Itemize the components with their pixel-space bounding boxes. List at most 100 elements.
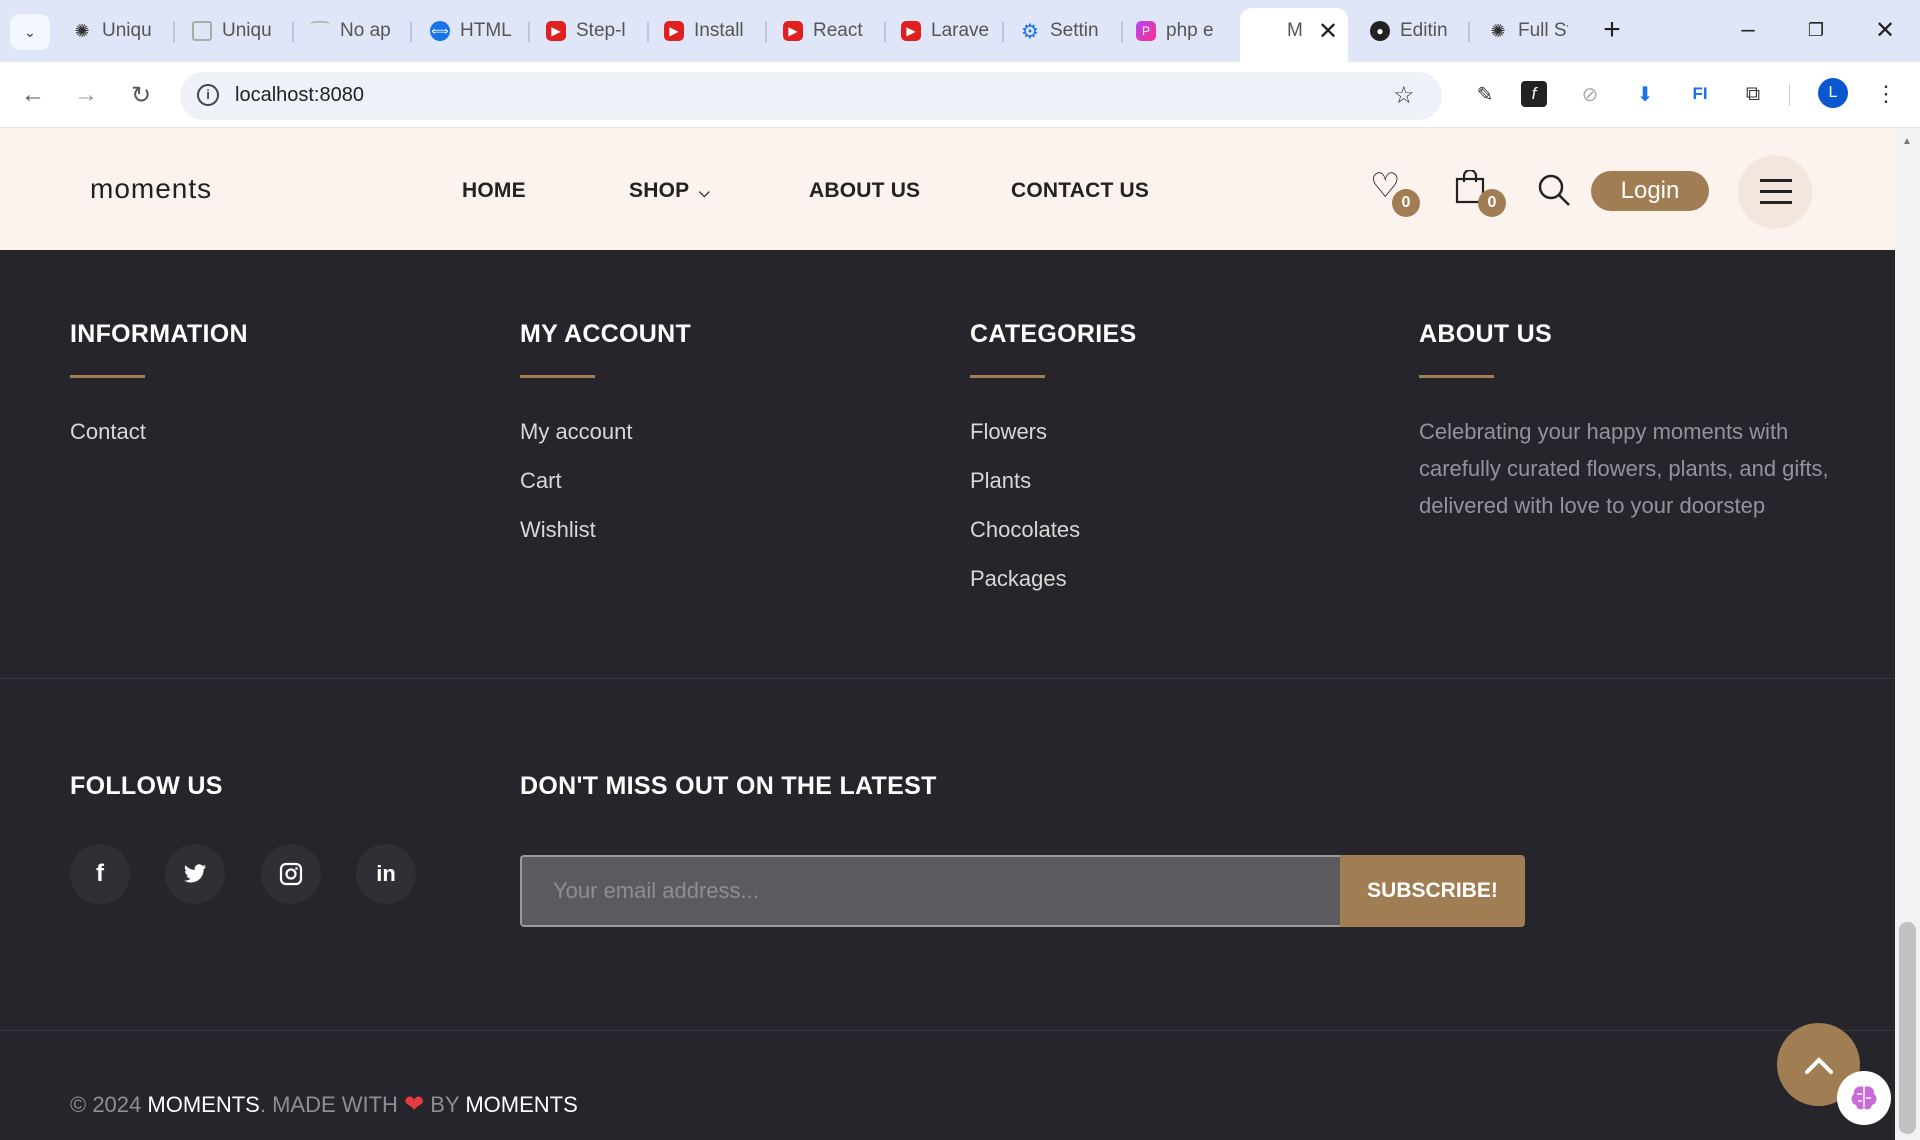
heading-underline — [970, 375, 1045, 378]
footer-link-contact[interactable]: Contact — [70, 419, 146, 445]
wishlist-button[interactable]: ♡ 0 — [1370, 167, 1420, 220]
restore-button[interactable]: ❐ — [1791, 10, 1841, 50]
cart-button[interactable]: 0 — [1455, 170, 1510, 220]
nav-shop-label: SHOP — [629, 179, 689, 202]
footer-link-packages[interactable]: Packages — [970, 566, 1067, 592]
copy-icon — [192, 21, 212, 41]
browser-tab[interactable]: ✺ Full St — [1488, 13, 1568, 49]
formula-extension-icon[interactable]: f — [1521, 81, 1547, 107]
site-info-icon[interactable]: i — [197, 84, 219, 106]
tab-separator — [528, 22, 530, 42]
site-logo[interactable]: moments — [90, 173, 212, 205]
footer-link-chocolates[interactable]: Chocolates — [970, 517, 1080, 543]
footer-link-flowers[interactable]: Flowers — [970, 419, 1047, 445]
menu-icon-line — [1760, 190, 1792, 193]
generic-page-icon — [310, 21, 330, 41]
login-button[interactable]: Login — [1591, 171, 1709, 211]
tab-separator — [1468, 22, 1470, 42]
nav-contact[interactable]: CONTACT US — [1011, 179, 1149, 203]
browser-tab[interactable]: ▶ Step-l — [546, 13, 636, 49]
hamburger-menu-button[interactable] — [1738, 155, 1812, 229]
chevron-down-icon: ⌵ — [698, 184, 710, 200]
nav-about[interactable]: ABOUT US — [809, 179, 920, 203]
ai-assistant-brain-icon[interactable] — [1837, 1071, 1891, 1125]
tab-title: Larave — [931, 20, 990, 41]
tab-title: M — [1287, 20, 1303, 41]
tab-separator — [1121, 22, 1123, 42]
bookmark-star-icon[interactable]: ☆ — [1393, 81, 1415, 110]
tab-separator — [884, 22, 886, 42]
close-tab-icon[interactable]: ✕ — [1318, 17, 1338, 46]
site-header: moments HOME SHOP ⌵ ABOUT US CONTACT US … — [0, 128, 1895, 250]
browser-tab[interactable]: Uniqu — [192, 13, 282, 49]
forward-icon[interactable]: → — [67, 76, 105, 114]
copyright-mid: . MADE WITH — [259, 1092, 405, 1117]
facebook-icon[interactable]: f — [70, 844, 130, 904]
email-field[interactable] — [522, 857, 1340, 925]
copyright-text: © 2024 MOMENTS. MADE WITH ❤ BY MOMENTS — [70, 1090, 578, 1119]
new-tab-button[interactable]: + — [1587, 10, 1637, 50]
active-browser-tab[interactable]: M ✕ — [1240, 8, 1348, 62]
pen-extension-icon[interactable]: ✎ — [1470, 79, 1500, 109]
github-icon: ● — [1370, 21, 1390, 41]
browser-tab[interactable]: ▶ React — [783, 13, 873, 49]
tab-title: Uniqu — [102, 20, 152, 41]
html-icon: ⟺ — [430, 21, 450, 41]
email-field-wrapper — [520, 855, 1340, 927]
copyright-prefix: © 2024 — [70, 1092, 148, 1117]
subscribe-button[interactable]: SUBSCRIBE! — [1340, 855, 1525, 927]
tab-title: No ap — [340, 20, 391, 41]
profile-avatar[interactable]: L — [1818, 78, 1848, 108]
copyright-brand-link[interactable]: MOMENTS — [147, 1092, 259, 1117]
tab-title: React — [813, 20, 863, 41]
compass-extension-icon[interactable]: ⊘ — [1575, 79, 1605, 109]
tab-separator — [1002, 22, 1004, 42]
tab-separator — [647, 22, 649, 42]
linkedin-icon[interactable]: in — [356, 844, 416, 904]
browser-tab[interactable]: ● Editin — [1370, 13, 1470, 49]
heading-underline — [520, 375, 595, 378]
chatgpt-icon: ✺ — [74, 20, 90, 41]
instagram-icon[interactable] — [261, 844, 321, 904]
minimize-button[interactable]: – — [1723, 10, 1773, 50]
youtube-icon: ▶ — [783, 21, 803, 41]
tab-title: php e — [1166, 20, 1214, 41]
address-bar[interactable]: i localhost:8080 ☆ — [180, 72, 1442, 120]
copyright-author-link[interactable]: MOMENTS — [465, 1092, 577, 1117]
footer-link-my-account[interactable]: My account — [520, 419, 633, 445]
browser-tab[interactable]: ⟺ HTML — [430, 13, 530, 49]
close-window-button[interactable]: ✕ — [1860, 10, 1910, 50]
nav-shop[interactable]: SHOP ⌵ — [629, 179, 710, 203]
nav-home[interactable]: HOME — [462, 179, 526, 203]
browser-tab[interactable]: ▶ Install — [664, 13, 754, 49]
reload-icon[interactable]: ↻ — [122, 76, 160, 114]
browser-tab[interactable]: ⚙ Settin — [1020, 13, 1110, 49]
tab-search-button[interactable]: ⌄ — [10, 14, 50, 50]
tab-title: Editin — [1400, 20, 1448, 41]
footer-link-plants[interactable]: Plants — [970, 468, 1031, 494]
fi-extension-icon[interactable]: FI — [1685, 79, 1715, 109]
youtube-icon: ▶ — [546, 21, 566, 41]
browser-tab[interactable]: ✺ Uniqu — [72, 13, 160, 49]
page-scrollbar-thumb[interactable] — [1899, 922, 1916, 1134]
cart-count-badge: 0 — [1478, 189, 1506, 217]
browser-menu-icon[interactable]: ⋮ — [1871, 79, 1901, 109]
browser-tab[interactable]: ▶ Larave — [901, 13, 991, 49]
tab-separator — [410, 22, 412, 42]
tab-title: Uniqu — [222, 20, 272, 41]
download-extension-icon[interactable]: ⬇ — [1630, 79, 1660, 109]
search-icon[interactable] — [1537, 173, 1571, 207]
extensions-puzzle-icon[interactable]: ⧉ — [1738, 79, 1768, 109]
footer-link-wishlist[interactable]: Wishlist — [520, 517, 596, 543]
footer-link-cart[interactable]: Cart — [520, 468, 562, 494]
twitter-icon[interactable] — [165, 844, 225, 904]
back-icon[interactable]: ← — [14, 76, 52, 114]
browser-tab[interactable]: P php e — [1136, 13, 1226, 49]
tab-title: Step-l — [576, 20, 626, 41]
scroll-up-arrow-icon[interactable]: ▲ — [1902, 136, 1912, 147]
about-us-text: Celebrating your happy moments with care… — [1419, 419, 1829, 518]
newsletter-heading: DON'T MISS OUT ON THE LATEST — [520, 772, 937, 800]
url-text[interactable]: localhost:8080 — [235, 84, 364, 107]
instagram-glyph — [279, 862, 303, 886]
browser-tab[interactable]: No ap — [310, 13, 405, 49]
